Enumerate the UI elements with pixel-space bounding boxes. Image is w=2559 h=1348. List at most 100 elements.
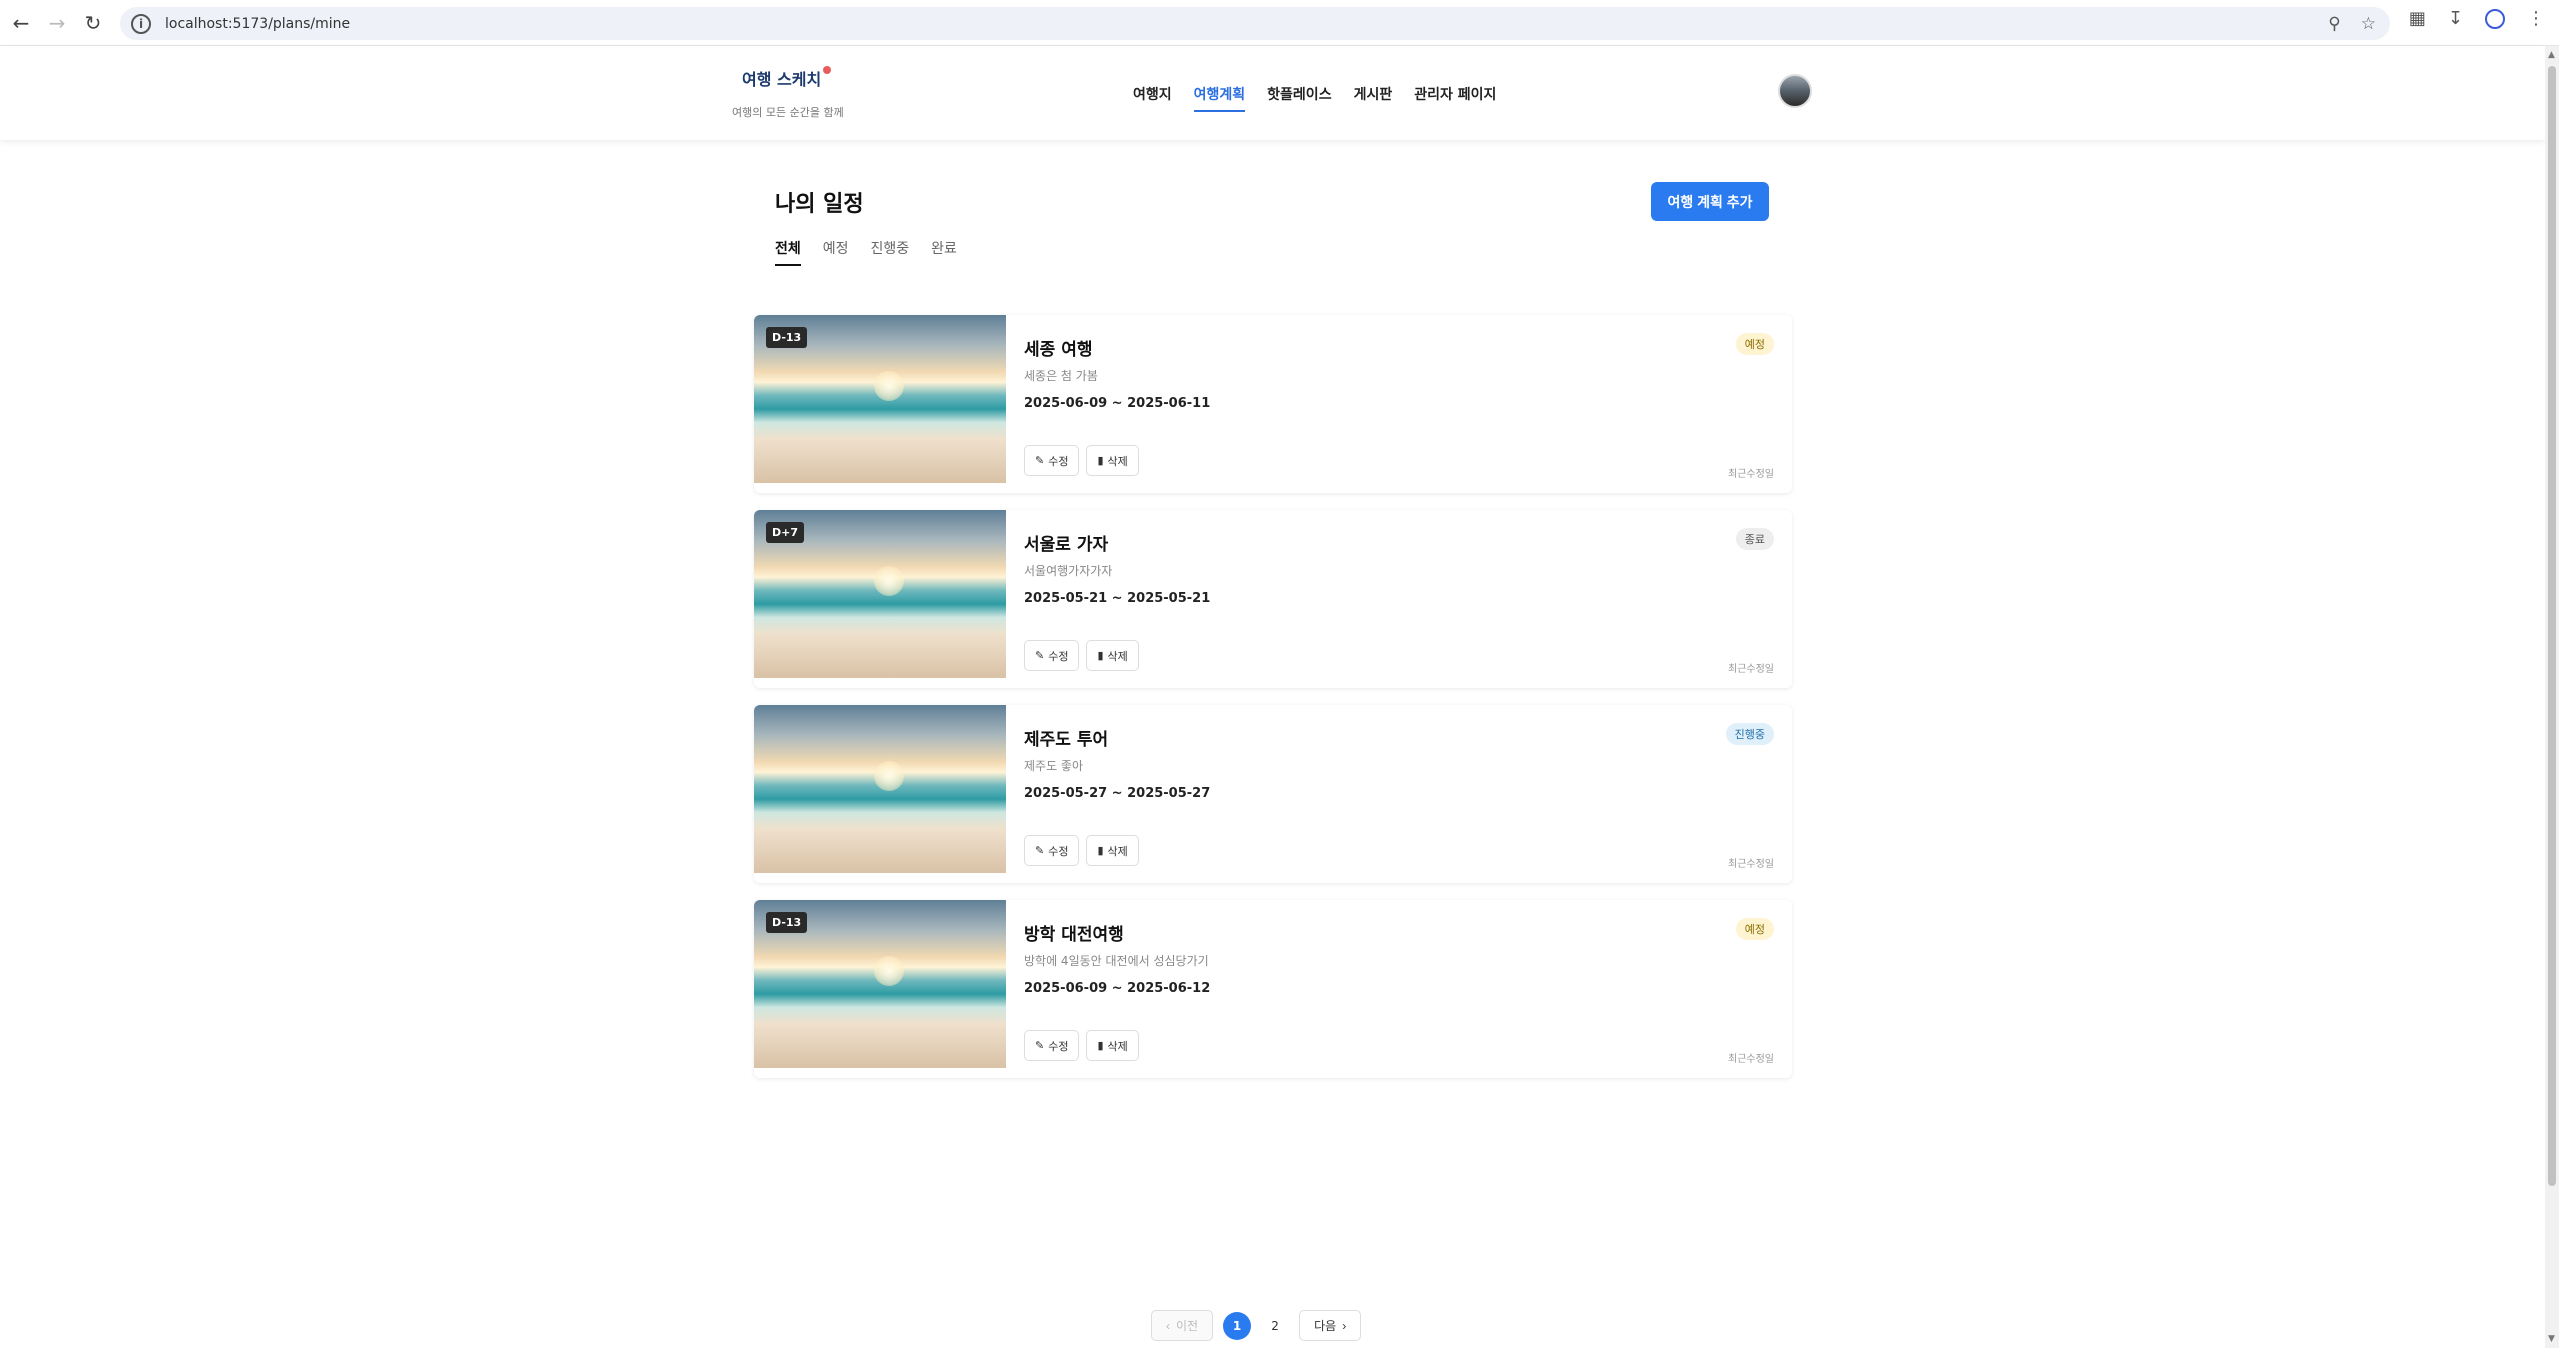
chevron-left-icon: ‹ (1166, 1318, 1170, 1333)
tab-ongoing[interactable]: 진행중 (871, 238, 910, 266)
delete-button[interactable]: ▮ 삭제 (1086, 640, 1139, 671)
plan-title[interactable]: 서울로 가자 (1024, 530, 1108, 555)
status-badge: 예정 (1735, 333, 1774, 355)
d-day-badge: D-13 (766, 912, 808, 933)
trash-icon: ▮ (1097, 455, 1104, 467)
plan-card[interactable]: D-13 방학 대전여행 방학에 4일동안 대전에서 성심당가기 2025-06… (754, 900, 1792, 1078)
reload-icon[interactable]: ↻ (78, 8, 108, 38)
edit-icon: ✎ (1035, 1040, 1045, 1052)
main-nav: 여행지 여행계획 핫플레이스 게시판 관리자 페이지 (1133, 84, 1496, 112)
plan-card[interactable]: D-13 세종 여행 세종은 첨 가봄 2025-06-09 ~ 2025-06… (754, 315, 1792, 493)
page-scrollbar[interactable]: ▲ ▼ (2545, 46, 2559, 1348)
trash-icon: ▮ (1097, 845, 1104, 857)
plan-description: 세종은 첨 가봄 (1024, 369, 1098, 383)
back-icon[interactable]: ← (6, 8, 36, 38)
plan-card[interactable]: D+7 서울로 가자 서울여행가자가자 2025-05-21 ~ 2025-05… (754, 510, 1792, 688)
add-plan-button[interactable]: 여행 계획 추가 (1651, 182, 1769, 221)
site-header: 여행 스케치 여행의 모든 순간을 함께 여행지 여행계획 핫플레이스 게시판 … (0, 46, 2545, 140)
edit-icon: ✎ (1035, 455, 1045, 467)
edit-button[interactable]: ✎ 수정 (1024, 445, 1080, 476)
thumbnail-sun (874, 761, 904, 791)
nav-item-admin[interactable]: 관리자 페이지 (1414, 84, 1496, 112)
plan-description: 서울여행가자가자 (1024, 564, 1113, 578)
edit-label: 수정 (1048, 455, 1069, 468)
last-updated: 최근수정일 (1728, 1054, 1774, 1065)
plan-filter-tabs: 전체 예정 진행중 완료 (775, 238, 957, 266)
menu-kebab-icon[interactable]: ⋮ (2527, 8, 2545, 29)
trash-icon: ▮ (1097, 1040, 1104, 1052)
tab-upcoming[interactable]: 예정 (823, 238, 849, 266)
extensions-icon[interactable]: ▦ (2409, 8, 2426, 29)
plan-description: 제주도 좋아 (1024, 759, 1084, 773)
tab-completed[interactable]: 완료 (931, 238, 957, 266)
edit-icon: ✎ (1035, 845, 1045, 857)
plan-dates: 2025-06-09 ~ 2025-06-12 (1024, 981, 1211, 996)
status-badge: 진행중 (1725, 723, 1774, 745)
next-page-button[interactable]: 다음 › (1299, 1310, 1362, 1341)
download-icon[interactable]: ↧ (2448, 8, 2463, 29)
plan-thumbnail (754, 705, 1006, 873)
last-updated: 최근수정일 (1728, 664, 1774, 675)
d-day-badge: D+7 (766, 522, 805, 543)
edit-button[interactable]: ✎ 수정 (1024, 640, 1080, 671)
edit-button[interactable]: ✎ 수정 (1024, 1030, 1080, 1061)
delete-label: 삭제 (1107, 1040, 1128, 1053)
scroll-down-icon[interactable]: ▼ (2548, 1334, 2555, 1344)
page-number-1[interactable]: 1 (1223, 1311, 1252, 1340)
delete-label: 삭제 (1107, 845, 1128, 858)
scroll-thumb[interactable] (2548, 66, 2556, 1186)
delete-button[interactable]: ▮ 삭제 (1086, 445, 1139, 476)
nav-item-board[interactable]: 게시판 (1354, 84, 1393, 112)
page-title: 나의 일정 (775, 192, 864, 217)
logo-mark-icon (823, 66, 832, 74)
plan-dates: 2025-06-09 ~ 2025-06-11 (1024, 396, 1211, 411)
last-updated: 최근수정일 (1728, 859, 1774, 870)
thumbnail-sun (874, 956, 904, 986)
plan-actions: ✎ 수정 ▮ 삭제 (1024, 640, 1139, 671)
plan-dates: 2025-05-21 ~ 2025-05-21 (1024, 591, 1211, 606)
d-day-badge: D-13 (766, 327, 808, 348)
avatar[interactable] (1778, 74, 1812, 108)
delete-label: 삭제 (1107, 650, 1128, 663)
url-text[interactable]: localhost:5173/plans/mine (165, 16, 350, 32)
plan-title[interactable]: 방학 대전여행 (1024, 920, 1124, 945)
plan-title[interactable]: 세종 여행 (1024, 335, 1092, 360)
bookmark-star-icon[interactable]: ☆ (2361, 14, 2376, 34)
page-number-2[interactable]: 2 (1261, 1312, 1289, 1340)
next-label: 다음 (1314, 1319, 1337, 1333)
site-logo[interactable]: 여행 스케치 여행의 모든 순간을 함께 (732, 66, 852, 120)
address-bar[interactable]: i localhost:5173/plans/mine ⚲ ☆ (120, 7, 2390, 40)
forward-icon[interactable]: → (42, 8, 72, 38)
pagination: ‹ 이전 1 2 다음 › (1151, 1310, 1362, 1341)
nav-item-travel-plans[interactable]: 여행계획 (1193, 84, 1246, 112)
nav-item-destinations[interactable]: 여행지 (1133, 84, 1172, 112)
tab-all[interactable]: 전체 (775, 238, 801, 266)
profile-icon[interactable] (2485, 8, 2505, 29)
nav-item-hotplaces[interactable]: 핫플레이스 (1267, 84, 1331, 112)
logo-title: 여행 스케치 (742, 70, 822, 89)
browser-toolbar: ← → ↻ i localhost:5173/plans/mine ⚲ ☆ ▦ … (0, 0, 2559, 46)
scroll-up-icon[interactable]: ▲ (2548, 50, 2555, 60)
edit-button[interactable]: ✎ 수정 (1024, 835, 1080, 866)
thumbnail-sun (874, 566, 904, 596)
delete-label: 삭제 (1107, 455, 1128, 468)
plan-list: D-13 세종 여행 세종은 첨 가봄 2025-06-09 ~ 2025-06… (754, 315, 1792, 1095)
plan-title[interactable]: 제주도 투어 (1024, 725, 1108, 750)
status-badge: 예정 (1735, 918, 1774, 940)
delete-button[interactable]: ▮ 삭제 (1086, 835, 1139, 866)
edit-label: 수정 (1048, 1040, 1069, 1053)
logo-subtitle: 여행의 모든 순간을 함께 (732, 106, 844, 119)
zoom-icon[interactable]: ⚲ (2328, 14, 2340, 34)
plan-actions: ✎ 수정 ▮ 삭제 (1024, 1030, 1139, 1061)
plan-description: 방학에 4일동안 대전에서 성심당가기 (1024, 954, 1209, 968)
thumbnail-sun (874, 371, 904, 401)
edit-icon: ✎ (1035, 650, 1045, 662)
site-info-icon[interactable]: i (131, 13, 151, 34)
plan-actions: ✎ 수정 ▮ 삭제 (1024, 445, 1139, 476)
edit-label: 수정 (1048, 845, 1069, 858)
prev-label: 이전 (1176, 1319, 1199, 1333)
prev-page-button[interactable]: ‹ 이전 (1151, 1310, 1214, 1341)
plan-dates: 2025-05-27 ~ 2025-05-27 (1024, 786, 1211, 801)
plan-card[interactable]: 제주도 투어 제주도 좋아 2025-05-27 ~ 2025-05-27 ✎ 수… (754, 705, 1792, 883)
delete-button[interactable]: ▮ 삭제 (1086, 1030, 1139, 1061)
